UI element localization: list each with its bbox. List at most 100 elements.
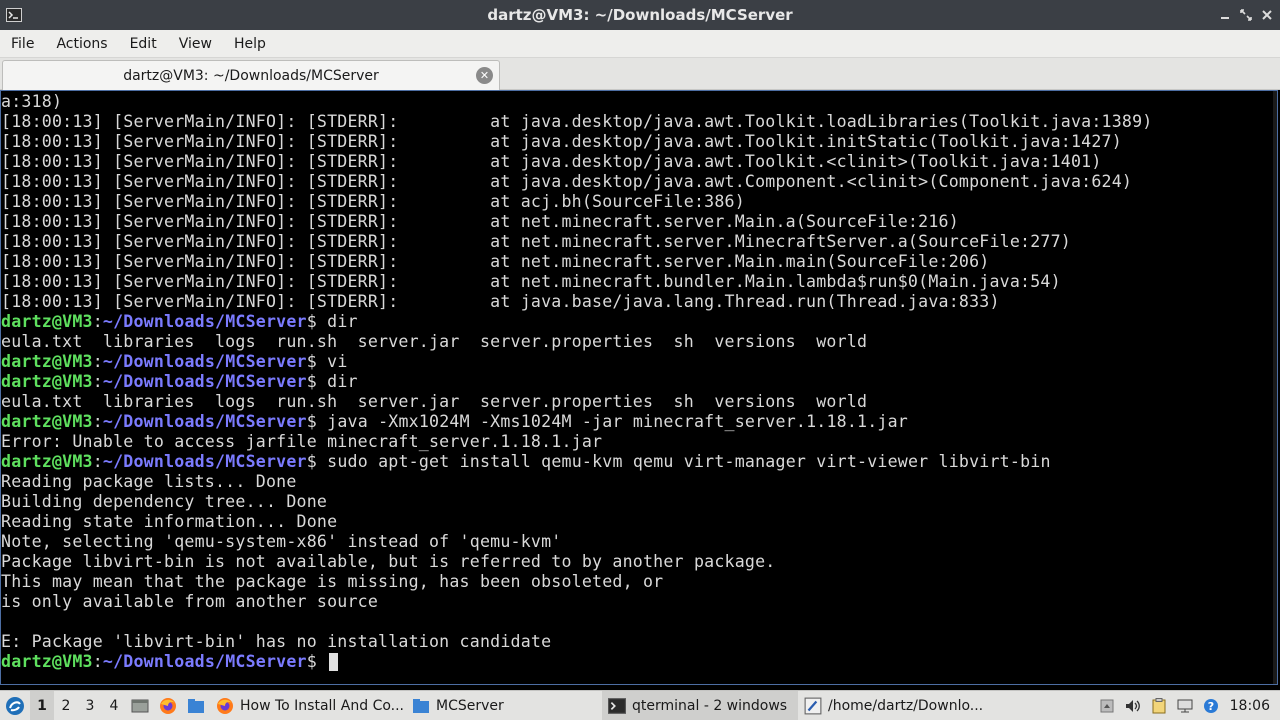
terminal-output-line: [18:00:13] [ServerMain/INFO]: [STDERR]: … xyxy=(1,172,1133,191)
prompt-dollar: $ xyxy=(306,652,317,671)
task-label: How To Install And Co... xyxy=(240,697,405,714)
prompt-user: dartz@VM3 xyxy=(1,352,93,371)
file-manager-launcher-icon[interactable] xyxy=(182,691,210,720)
prompt-user: dartz@VM3 xyxy=(1,372,93,391)
clipboard-icon[interactable] xyxy=(1146,691,1172,720)
lubuntu-logo-icon xyxy=(6,696,24,715)
taskbar: 1 2 3 4 How To Install And Co... MCServe… xyxy=(0,690,1280,720)
task-label: /home/dartz/Downlo... xyxy=(828,697,984,714)
svg-text:?: ? xyxy=(1207,700,1213,713)
task-qterminal[interactable]: qterminal - 2 windows xyxy=(602,690,798,720)
terminal-command-line: dartz@VM3:~/Downloads/MCServer$ vi xyxy=(1,352,1277,372)
text-editor-icon xyxy=(804,697,822,714)
folder-icon xyxy=(413,698,429,713)
terminal-scrollbar[interactable] xyxy=(1273,91,1277,684)
terminal-tab[interactable]: dartz@VM3: ~/Downloads/MCServer ✕ xyxy=(2,60,500,90)
terminal-output-line: [18:00:13] [ServerMain/INFO]: [STDERR]: … xyxy=(1,112,1153,131)
terminal-output-line: [18:00:13] [ServerMain/INFO]: [STDERR]: … xyxy=(1,272,1061,291)
firefox-icon xyxy=(217,697,233,714)
task-firefox[interactable]: How To Install And Co... xyxy=(210,691,406,720)
menu-view[interactable]: View xyxy=(168,30,223,58)
terminal-command-line: dartz@VM3:~/Downloads/MCServer$ xyxy=(1,652,1277,672)
menu-actions[interactable]: Actions xyxy=(45,30,118,58)
prompt-path: ~/Downloads/MCServer xyxy=(102,312,307,331)
terminal-output-line: [18:00:13] [ServerMain/INFO]: [STDERR]: … xyxy=(1,132,1122,151)
terminal-output-line: [18:00:13] [ServerMain/INFO]: [STDERR]: … xyxy=(1,212,959,231)
task-text-editor[interactable]: /home/dartz/Downlo... xyxy=(798,691,994,720)
terminal-output-line: [18:00:13] [ServerMain/INFO]: [STDERR]: … xyxy=(1,292,1000,311)
terminal-output-line: Building dependency tree... Done xyxy=(1,492,328,511)
terminal-output-line: [18:00:13] [ServerMain/INFO]: [STDERR]: … xyxy=(1,152,1102,171)
prompt-dollar: $ xyxy=(306,452,317,471)
command-text: vi xyxy=(316,352,348,371)
terminal-command-line: dartz@VM3:~/Downloads/MCServer$ dir xyxy=(1,312,1277,332)
terminal-icon xyxy=(608,697,626,714)
task-label: MCServer xyxy=(436,697,504,714)
tab-bar: dartz@VM3: ~/Downloads/MCServer ✕ xyxy=(0,58,1280,90)
terminal-command-line: dartz@VM3:~/Downloads/MCServer$ dir xyxy=(1,372,1277,392)
workspace-1[interactable]: 1 xyxy=(30,690,54,720)
terminal-output[interactable]: a:318) [18:00:13] [ServerMain/INFO]: [STD… xyxy=(0,90,1278,685)
command-text: java -Xmx1024M -Xms1024M -jar minecraft_… xyxy=(316,412,908,431)
prompt-user: dartz@VM3 xyxy=(1,452,93,471)
workspace-2[interactable]: 2 xyxy=(54,691,78,720)
prompt-separator: : xyxy=(92,372,103,391)
terminal-output-line: [18:00:13] [ServerMain/INFO]: [STDERR]: … xyxy=(1,192,745,211)
task-label: qterminal - 2 windows xyxy=(632,697,788,714)
window-titlebar[interactable]: dartz@VM3: ~/Downloads/MCServer xyxy=(0,0,1280,30)
tab-close-icon[interactable]: ✕ xyxy=(476,67,493,84)
terminal-output-line: Reading state information... Done xyxy=(1,512,338,531)
volume-icon[interactable] xyxy=(1120,691,1146,720)
terminal-output-line: eula.txt libraries logs run.sh server.ja… xyxy=(1,392,868,411)
task-file-manager[interactable]: MCServer xyxy=(406,691,602,720)
prompt-path: ~/Downloads/MCServer xyxy=(102,652,307,671)
maximize-icon[interactable] xyxy=(1236,5,1256,25)
command-text xyxy=(317,652,327,671)
prompt-path: ~/Downloads/MCServer xyxy=(102,372,307,391)
prompt-separator: : xyxy=(92,652,103,671)
close-icon[interactable] xyxy=(1257,5,1277,25)
prompt-separator: : xyxy=(92,412,103,431)
terminal-output-line: a:318) xyxy=(1,92,63,111)
tab-label: dartz@VM3: ~/Downloads/MCServer xyxy=(123,67,379,84)
menu-file[interactable]: File xyxy=(0,30,45,58)
tray-expand-icon[interactable] xyxy=(1094,691,1120,720)
terminal-command-line: dartz@VM3:~/Downloads/MCServer$ java -Xm… xyxy=(1,412,1277,432)
terminal-output-line: Reading package lists... Done xyxy=(1,472,297,491)
prompt-path: ~/Downloads/MCServer xyxy=(102,452,307,471)
prompt-dollar: $ xyxy=(306,312,317,331)
display-icon[interactable] xyxy=(1172,691,1198,720)
terminal-output-line: Error: Unable to access jarfile minecraf… xyxy=(1,432,603,451)
prompt-separator: : xyxy=(92,452,103,471)
terminal-output-line: [18:00:13] [ServerMain/INFO]: [STDERR]: … xyxy=(1,252,990,271)
prompt-separator: : xyxy=(92,312,103,331)
menu-edit[interactable]: Edit xyxy=(119,30,168,58)
terminal-cursor xyxy=(329,653,339,671)
prompt-user: dartz@VM3 xyxy=(1,312,93,331)
workspace-3[interactable]: 3 xyxy=(78,691,102,720)
terminal-output-line: Note, selecting 'qemu-system-x86' instea… xyxy=(1,532,562,551)
terminal-output-line: eula.txt libraries logs run.sh server.ja… xyxy=(1,332,868,351)
menu-help[interactable]: Help xyxy=(223,30,277,58)
start-menu-button[interactable] xyxy=(0,691,30,720)
minimize-icon[interactable] xyxy=(1215,5,1235,25)
terminal-app-icon xyxy=(6,7,22,23)
terminal-output-line: is only available from another source xyxy=(1,592,379,611)
prompt-user: dartz@VM3 xyxy=(1,412,93,431)
command-text: sudo apt-get install qemu-kvm qemu virt-… xyxy=(316,452,1051,471)
prompt-dollar: $ xyxy=(306,412,317,431)
terminal-output-line: [18:00:13] [ServerMain/INFO]: [STDERR]: … xyxy=(1,232,1071,251)
window-title: dartz@VM3: ~/Downloads/MCServer xyxy=(487,6,793,24)
terminal-output-line: This may mean that the package is missin… xyxy=(1,572,664,591)
clock[interactable]: 18:06 xyxy=(1224,698,1280,714)
prompt-separator: : xyxy=(92,352,103,371)
update-notifier-icon[interactable]: ? xyxy=(1198,691,1224,720)
workspace-4[interactable]: 4 xyxy=(102,691,126,720)
prompt-dollar: $ xyxy=(306,372,317,391)
terminal-output-line: E: Package 'libvirt-bin' has no installa… xyxy=(1,632,552,651)
prompt-dollar: $ xyxy=(306,352,317,371)
show-desktop-icon[interactable] xyxy=(126,691,154,720)
terminal-command-line: dartz@VM3:~/Downloads/MCServer$ sudo apt… xyxy=(1,452,1277,472)
firefox-launcher-icon[interactable] xyxy=(154,691,182,720)
